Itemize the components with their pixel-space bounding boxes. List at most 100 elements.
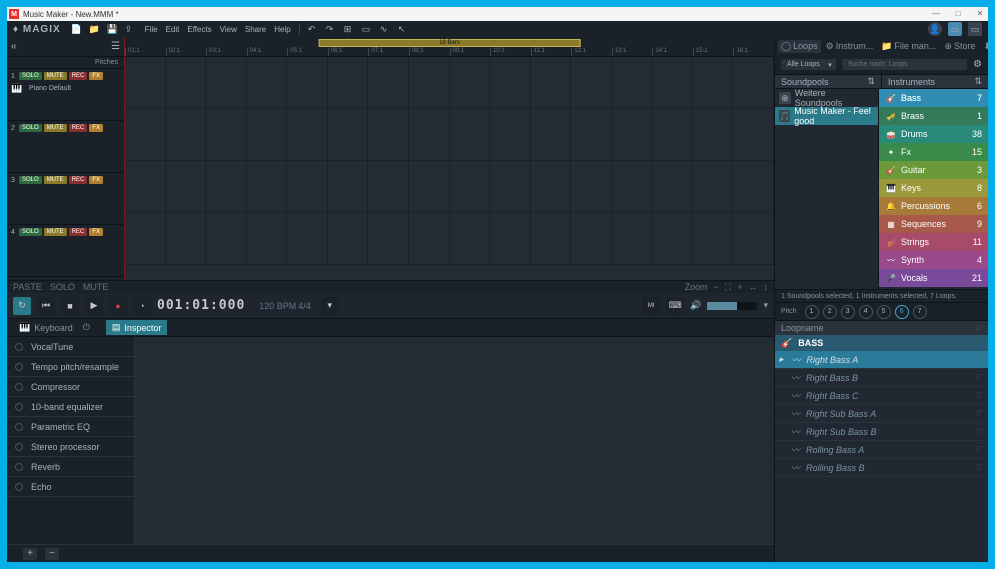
loop-group[interactable]: 🎸BASS bbox=[775, 335, 988, 351]
instrument-item[interactable]: ▦Sequences9 bbox=[879, 215, 988, 233]
tempo-menu-icon[interactable]: ▾ bbox=[321, 297, 339, 315]
track-name[interactable]: Piano Default bbox=[29, 85, 71, 92]
favorite-icon[interactable]: ♡ bbox=[975, 409, 982, 418]
loop-item[interactable]: 〰Right Bass B♡ bbox=[775, 369, 988, 387]
tab-filemanager[interactable]: 📁File man... bbox=[878, 40, 939, 53]
instrument-item[interactable]: 🎸Bass7 bbox=[879, 89, 988, 107]
rec-button[interactable]: REC bbox=[69, 228, 88, 236]
instrument-item[interactable]: 🎸Guitar3 bbox=[879, 161, 988, 179]
effect-toggle[interactable] bbox=[15, 443, 23, 451]
minimize-button[interactable]: — bbox=[930, 9, 942, 19]
pitch-button[interactable]: 2 bbox=[823, 305, 837, 319]
col-instruments[interactable]: Instruments⇅ bbox=[882, 75, 988, 88]
tab-keyboard[interactable]: 🎹 Keyboard ⏻ bbox=[13, 320, 96, 335]
zoom-fit-icon[interactable]: ⛶ bbox=[725, 282, 731, 293]
effect-toggle[interactable] bbox=[15, 343, 23, 351]
tab-inspector[interactable]: ▤ Inspector bbox=[106, 320, 168, 335]
marker-buttons[interactable]: PASTESOLOMUTE bbox=[13, 282, 108, 292]
effect-item[interactable]: Reverb bbox=[7, 457, 134, 477]
settings-icon[interactable]: ▭ bbox=[968, 22, 982, 36]
sort-icon[interactable]: ⇅ bbox=[974, 76, 982, 87]
menu-view[interactable]: View bbox=[220, 25, 237, 34]
track-menu-icon[interactable]: ☰ bbox=[111, 41, 120, 52]
pitch-button[interactable]: 1 bbox=[805, 305, 819, 319]
loop-item[interactable]: 〰Rolling Bass B♡ bbox=[775, 459, 988, 477]
tab-store[interactable]: ⊕Store bbox=[941, 40, 978, 53]
effect-toggle[interactable] bbox=[15, 363, 23, 371]
menu-edit[interactable]: Edit bbox=[166, 25, 180, 34]
redo-icon[interactable]: ↷ bbox=[326, 24, 336, 34]
timeline-grid[interactable]: 16 Bars 01:102:103:104:105:106:107:108:1… bbox=[125, 37, 774, 280]
menu-file[interactable]: File bbox=[145, 25, 158, 34]
timeline-track[interactable] bbox=[125, 161, 774, 213]
favorite-icon[interactable]: ♡ bbox=[975, 391, 982, 400]
play-button[interactable]: ▶ bbox=[85, 297, 103, 315]
track-header[interactable]: 1 SOLO MUTE REC FX 🎹Piano Default bbox=[7, 69, 124, 121]
tab-loops[interactable]: ◯Loops bbox=[778, 40, 821, 53]
solo-button[interactable]: SOLO bbox=[19, 124, 42, 132]
solo-button[interactable]: SOLO bbox=[19, 176, 42, 184]
soundpool-item[interactable]: ⊕Weitere Soundpools bbox=[775, 89, 878, 107]
favorite-icon[interactable]: ♡ bbox=[975, 355, 982, 364]
effect-toggle[interactable] bbox=[15, 483, 23, 491]
curve-icon[interactable]: ∿ bbox=[380, 24, 390, 34]
zoom-in-icon[interactable]: + bbox=[737, 282, 742, 292]
favorite-icon[interactable]: ♡ bbox=[975, 445, 982, 454]
tempo-display[interactable]: 120 BPM 4/4 bbox=[259, 301, 311, 311]
transport-time[interactable]: 001:01:000 bbox=[157, 298, 245, 313]
effect-item[interactable]: 10-band equalizer bbox=[7, 397, 134, 417]
effect-item[interactable]: Compressor bbox=[7, 377, 134, 397]
mute-button[interactable]: MUTE bbox=[44, 72, 67, 80]
undo-icon[interactable]: ↶ bbox=[308, 24, 318, 34]
speaker-icon[interactable]: 🔊 bbox=[690, 300, 701, 311]
pitch-button[interactable]: 6 bbox=[895, 305, 909, 319]
soundpool-item[interactable]: 🎵Music Maker - Feel good bbox=[775, 107, 878, 125]
rec-button[interactable]: REC bbox=[69, 176, 88, 184]
add-effect-button[interactable]: + bbox=[23, 548, 37, 560]
zoom-h-icon[interactable]: ↔ bbox=[749, 282, 758, 292]
keyboard-icon[interactable]: ⌨ bbox=[666, 297, 684, 315]
effect-item[interactable]: Stereo processor bbox=[7, 437, 134, 457]
maximize-button[interactable]: □ bbox=[952, 9, 964, 19]
instrument-item[interactable]: ✦Fx15 bbox=[879, 143, 988, 161]
instrument-item[interactable]: 🥁Drums38 bbox=[879, 125, 988, 143]
pointer-icon[interactable]: ↖ bbox=[398, 24, 408, 34]
stop-button[interactable]: ■ bbox=[61, 297, 79, 315]
loop-item[interactable]: 〰Right Bass C♡ bbox=[775, 387, 988, 405]
col-soundpools[interactable]: Soundpools⇅ bbox=[775, 75, 882, 88]
tab-downloads[interactable]: ⬇Downlo... bbox=[981, 40, 989, 53]
timeline-track[interactable] bbox=[125, 109, 774, 161]
open-file-icon[interactable]: 📁 bbox=[89, 24, 99, 34]
instrument-item[interactable]: 🎻Strings11 bbox=[879, 233, 988, 251]
effect-item[interactable]: Tempo pitch/resample bbox=[7, 357, 134, 377]
menu-effects[interactable]: Effects bbox=[187, 25, 211, 34]
effect-toggle[interactable] bbox=[15, 403, 23, 411]
user-icon[interactable]: 👤 bbox=[928, 22, 942, 36]
track-header[interactable]: 4 SOLO MUTE REC FX bbox=[7, 225, 124, 277]
snap-icon[interactable]: ⊞ bbox=[344, 24, 354, 34]
favorite-icon[interactable]: ♡ bbox=[975, 427, 982, 436]
close-button[interactable]: ✕ bbox=[974, 9, 986, 19]
pitch-button[interactable]: 5 bbox=[877, 305, 891, 319]
instrument-icon[interactable]: 🎹 bbox=[11, 83, 25, 93]
instrument-item[interactable]: 〰Synth4 bbox=[879, 251, 988, 269]
track-header[interactable]: 3 SOLO MUTE REC FX bbox=[7, 173, 124, 225]
metronome-button[interactable]: ◔ bbox=[133, 297, 151, 315]
effect-item[interactable]: Echo bbox=[7, 477, 134, 497]
loop-item[interactable]: 〰Rolling Bass A♡ bbox=[775, 441, 988, 459]
save-icon[interactable]: 💾 bbox=[107, 24, 117, 34]
fx-button[interactable]: FX bbox=[89, 72, 103, 80]
rec-button[interactable]: REC bbox=[69, 124, 88, 132]
fx-button[interactable]: FX bbox=[89, 176, 103, 184]
loop-item[interactable]: ▸〰Right Bass A♡ bbox=[775, 351, 988, 369]
new-file-icon[interactable]: 📄 bbox=[71, 24, 81, 34]
keyboard-power-icon[interactable]: ⏻ bbox=[83, 322, 90, 333]
effect-toggle[interactable] bbox=[15, 423, 23, 431]
fx-button[interactable]: FX bbox=[89, 124, 103, 132]
effect-item[interactable]: Parametric EQ bbox=[7, 417, 134, 437]
effect-toggle[interactable] bbox=[15, 463, 23, 471]
tool-icon[interactable]: ▭ bbox=[362, 24, 372, 34]
gear-icon[interactable]: ⚙ bbox=[973, 59, 982, 70]
favorite-icon[interactable]: ♡ bbox=[975, 463, 982, 472]
menu-help[interactable]: Help bbox=[274, 25, 290, 34]
